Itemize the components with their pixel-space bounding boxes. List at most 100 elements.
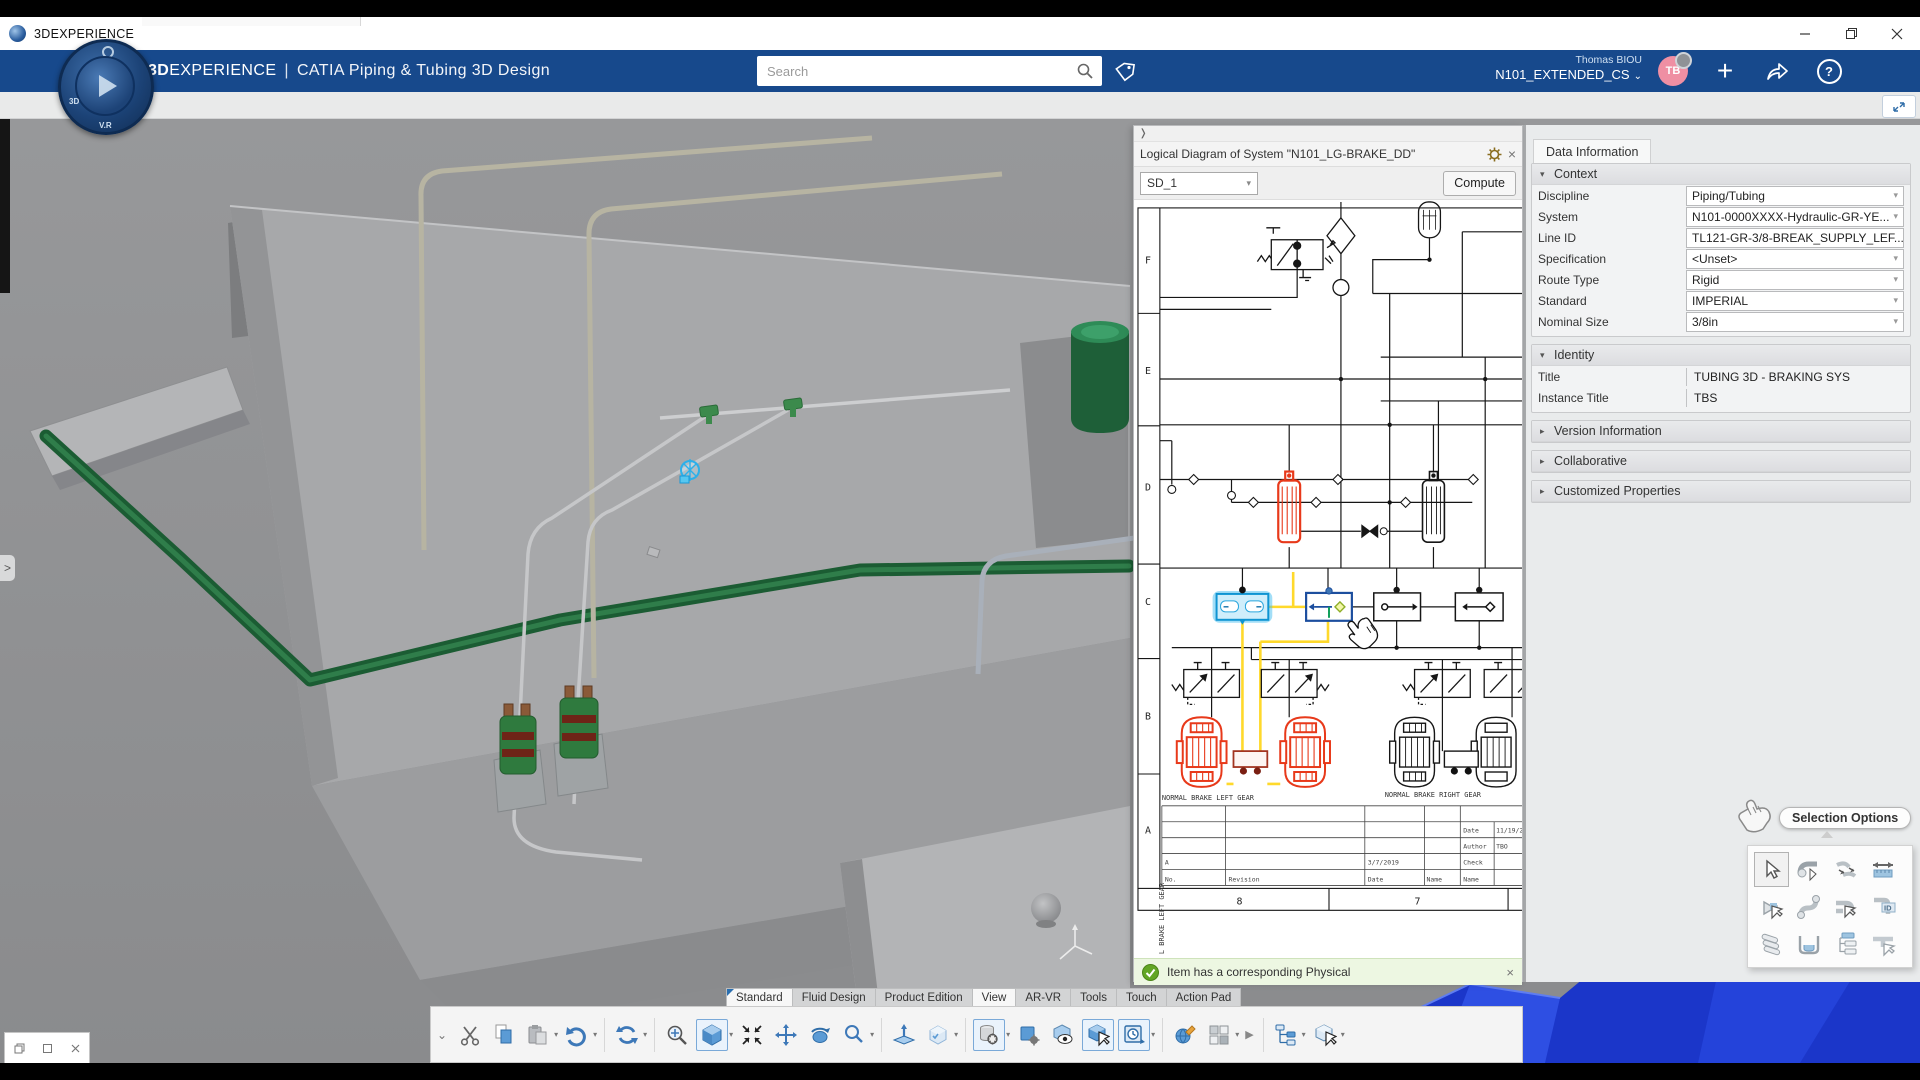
physical-product-icon[interactable]: ▾	[1308, 1015, 1347, 1055]
customized-properties-header[interactable]: ▸ Customized Properties	[1532, 481, 1910, 502]
ribbon-tab-ar-vr[interactable]: AR-VR	[1015, 988, 1072, 1007]
schematic-canvas[interactable]: F E D C B A 8 7 NORMAL BRAKE LEFT GEAR N…	[1134, 199, 1522, 958]
minimized-window-bar[interactable]	[4, 1032, 90, 1064]
compass-vr-label[interactable]: V.R	[99, 121, 112, 130]
zone-col-label: 7	[1415, 896, 1421, 907]
restore-button[interactable]	[1828, 17, 1874, 50]
measure-length-option[interactable]	[1865, 852, 1900, 887]
select-tube-bundle-option[interactable]	[1754, 926, 1789, 961]
zoom-icon[interactable]: ▾	[837, 1015, 876, 1055]
maximize-window-icon[interactable]	[42, 1043, 53, 1054]
ribbon-tab-tools[interactable]: Tools	[1070, 988, 1117, 1007]
close-icon[interactable]: ×	[1508, 146, 1516, 162]
left-panel-expander[interactable]: >	[0, 555, 15, 581]
version-information-header[interactable]: ▸ Version Information	[1532, 421, 1910, 442]
search-bar[interactable]	[757, 56, 1102, 86]
iso-view-icon[interactable]: ▾	[694, 1015, 735, 1055]
ribbon-tab-standard[interactable]: Standard	[726, 988, 793, 1007]
avatar[interactable]: TB	[1658, 52, 1692, 86]
user-block[interactable]: Thomas BIOU N101_EXTENDED_CS ⌄	[1495, 54, 1642, 84]
ribbon-tab-fluid-design[interactable]: Fluid Design	[791, 988, 876, 1007]
compass-3d-label[interactable]: 3D	[69, 97, 79, 106]
share-button[interactable]	[1762, 56, 1792, 86]
ribbon-tab-product-edition[interactable]: Product Edition	[874, 988, 973, 1007]
help-button[interactable]: ?	[1814, 56, 1844, 86]
more-commands-icon[interactable]: ▶	[1245, 1028, 1253, 1041]
hide-show-icon[interactable]: ▾	[921, 1015, 960, 1055]
design-tree-icon[interactable]: ▾	[1269, 1015, 1308, 1055]
select-tee-option[interactable]	[1865, 926, 1900, 961]
visibility-cube-icon[interactable]	[1046, 1015, 1080, 1055]
tag-icon[interactable]	[1114, 62, 1136, 82]
ribbon-tab-action-pad[interactable]: Action Pad	[1165, 988, 1242, 1007]
update-status-icon[interactable]: ▾	[1116, 1015, 1157, 1055]
title-value[interactable]: TUBING 3D - BRAKING SYS	[1686, 367, 1904, 386]
undo-button[interactable]: ▾	[560, 1015, 599, 1055]
rotate-icon[interactable]	[803, 1015, 837, 1055]
ribbon-tab-touch[interactable]: Touch	[1115, 988, 1167, 1007]
brake-manifold[interactable]	[1232, 750, 1269, 768]
collapse-toolbar-icon[interactable]: ⌄	[437, 1028, 447, 1042]
transfer-pipes-option[interactable]	[1828, 852, 1863, 887]
select-cursor-option[interactable]	[1754, 852, 1789, 887]
line-id-dropdown[interactable]: TL121-GR-3/8-BREAK_SUPPLY_LEF...▾	[1686, 227, 1904, 248]
panel-collapse-icon[interactable]: ❭	[1139, 128, 1147, 139]
play-icon[interactable]	[99, 75, 117, 97]
select-funnel-option[interactable]	[1754, 889, 1789, 924]
compute-button[interactable]: Compute	[1443, 170, 1516, 196]
system-dropdown[interactable]: N101-0000XXXX-Hydraulic-GR-YE... ▾	[1686, 206, 1904, 227]
field-label: Standard	[1538, 293, 1587, 308]
collaborative-header[interactable]: ▸ Collaborative	[1532, 451, 1910, 472]
select-by-id-option[interactable]: ID	[1865, 889, 1900, 924]
minimize-button[interactable]	[1782, 17, 1828, 50]
dismiss-status-icon[interactable]: ×	[1506, 965, 1514, 980]
restore-window-icon[interactable]	[14, 1043, 25, 1054]
nominal-size-dropdown[interactable]: 3/8in ▾	[1686, 311, 1904, 332]
center-view-icon[interactable]	[735, 1015, 769, 1055]
cut-button[interactable]	[453, 1015, 487, 1055]
3d-compass[interactable]: 3D V.R	[58, 39, 154, 135]
identity-section-header[interactable]: ▾ Identity	[1532, 345, 1910, 366]
ribbon-tab-view[interactable]: View	[971, 988, 1017, 1007]
standard-dropdown[interactable]: IMPERIAL ▾	[1686, 290, 1904, 311]
search-input[interactable]	[757, 63, 1076, 79]
shuttle-valve-selected[interactable]	[1212, 586, 1273, 625]
add-content-button[interactable]: +	[1710, 55, 1740, 86]
close-button[interactable]	[1874, 17, 1920, 50]
sheet-selector[interactable]: SD_1 ▾	[1140, 171, 1258, 195]
brake-manifold[interactable]	[1443, 750, 1479, 768]
render-style-icon[interactable]	[1168, 1015, 1202, 1055]
select-logical-tree-option[interactable]	[1828, 926, 1863, 961]
fullscreen-toggle-button[interactable]	[1882, 95, 1916, 118]
fit-all-icon[interactable]	[660, 1015, 694, 1055]
copy-button[interactable]	[487, 1015, 521, 1055]
update-button[interactable]: ▾	[610, 1015, 649, 1055]
chevron-down-icon[interactable]: ⌄	[1634, 71, 1642, 82]
select-spool-option[interactable]	[1791, 889, 1826, 924]
customized-properties-section: ▸ Customized Properties	[1531, 480, 1911, 503]
select-elbow-option[interactable]	[1791, 852, 1826, 887]
catalog-browser-icon[interactable]: ▾	[971, 1015, 1012, 1055]
close-window-icon[interactable]	[70, 1043, 81, 1054]
shuttle-valve-hover[interactable]	[1305, 587, 1353, 622]
search-icon[interactable]	[1076, 62, 1094, 80]
select-tray-option[interactable]	[1791, 926, 1826, 961]
gear-icon[interactable]	[1487, 147, 1502, 162]
check-valve-symbol[interactable]	[1332, 278, 1350, 297]
tab-data-information[interactable]: Data Information	[1533, 139, 1652, 164]
paste-button[interactable]: ▾	[521, 1015, 560, 1055]
diagram-panel-titlebar[interactable]: Logical Diagram of System "N101_LG-BRAKE…	[1134, 141, 1522, 167]
select-physical-icon[interactable]	[1080, 1015, 1116, 1055]
instance-title-value[interactable]: TBS	[1686, 388, 1904, 407]
specification-dropdown[interactable]: <Unset> ▾	[1686, 248, 1904, 269]
split-view-icon[interactable]: ▾	[1202, 1015, 1241, 1055]
route-type-dropdown[interactable]: Rigid ▾	[1686, 269, 1904, 290]
select-branch-option[interactable]	[1828, 889, 1863, 924]
discipline-dropdown[interactable]: Piping/Tubing ▾	[1686, 185, 1904, 206]
sphere-part[interactable]	[1031, 893, 1061, 923]
pan-icon[interactable]	[769, 1015, 803, 1055]
normal-view-icon[interactable]	[887, 1015, 921, 1055]
model-settings-icon[interactable]	[1012, 1015, 1046, 1055]
green-reservoir-cylinder[interactable]	[1071, 333, 1129, 433]
context-section-header[interactable]: ▾ Context	[1532, 164, 1910, 185]
